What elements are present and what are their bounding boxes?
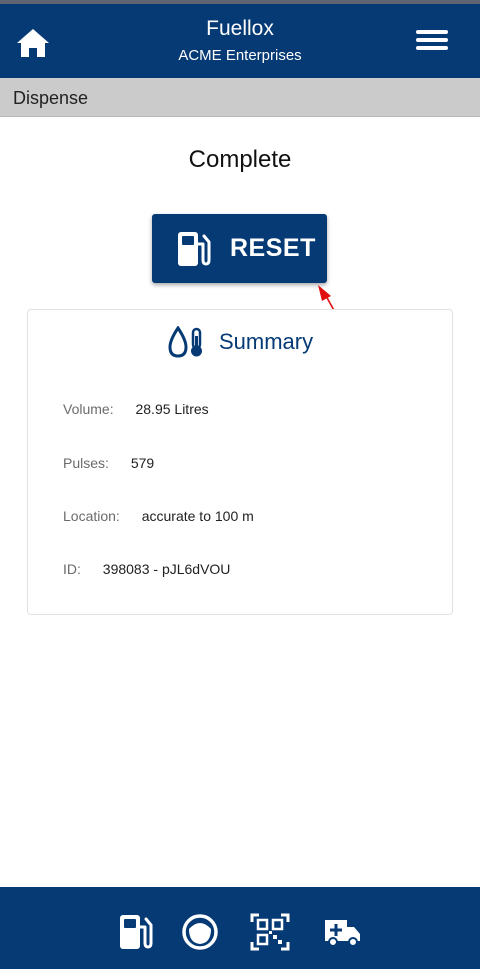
hamburger-menu-icon[interactable] bbox=[416, 30, 448, 56]
reset-button[interactable]: RESET bbox=[152, 214, 327, 283]
meter-icon[interactable] bbox=[180, 913, 220, 951]
app-title: Fuellox bbox=[206, 17, 274, 40]
drop-thermometer-icon bbox=[168, 326, 202, 358]
reset-button-label: RESET bbox=[230, 234, 316, 262]
summary-card: Summary Volume: 28.95 Litres Pulses: 579… bbox=[27, 309, 453, 615]
location-label: Location: bbox=[63, 508, 120, 524]
company-name: ACME Enterprises bbox=[178, 47, 302, 64]
id-label: ID: bbox=[63, 561, 81, 577]
qr-code-icon[interactable] bbox=[250, 913, 290, 951]
fuel-pump-icon bbox=[178, 232, 211, 266]
ambulance-icon[interactable] bbox=[322, 913, 362, 951]
summary-row-location: Location: accurate to 100 m bbox=[63, 508, 254, 524]
summary-title-text: Summary bbox=[219, 329, 314, 354]
volume-label: Volume: bbox=[63, 401, 114, 417]
summary-row-pulses: Pulses: 579 bbox=[63, 455, 154, 471]
fuel-pump-icon[interactable] bbox=[116, 913, 156, 951]
summary-row-volume: Volume: 28.95 Litres bbox=[63, 401, 209, 417]
pulses-value: 579 bbox=[130, 455, 155, 471]
id-value: 398083 - pJL6dVOU bbox=[102, 561, 231, 577]
bottom-nav bbox=[0, 887, 480, 969]
summary-row-id: ID: 398083 - pJL6dVOU bbox=[63, 561, 230, 577]
home-icon[interactable] bbox=[16, 27, 50, 59]
section-title: Dispense bbox=[13, 88, 89, 108]
pulses-label: Pulses: bbox=[63, 455, 109, 471]
summary-title: Summary bbox=[28, 326, 452, 358]
location-value: accurate to 100 m bbox=[141, 508, 254, 524]
header-titles: Fuellox ACME Enterprises bbox=[100, 16, 380, 68]
volume-value: 28.95 Litres bbox=[135, 401, 209, 417]
section-bar: Dispense bbox=[0, 78, 480, 117]
dispense-status: Complete bbox=[188, 146, 292, 173]
app-header: Fuellox ACME Enterprises bbox=[0, 4, 480, 78]
